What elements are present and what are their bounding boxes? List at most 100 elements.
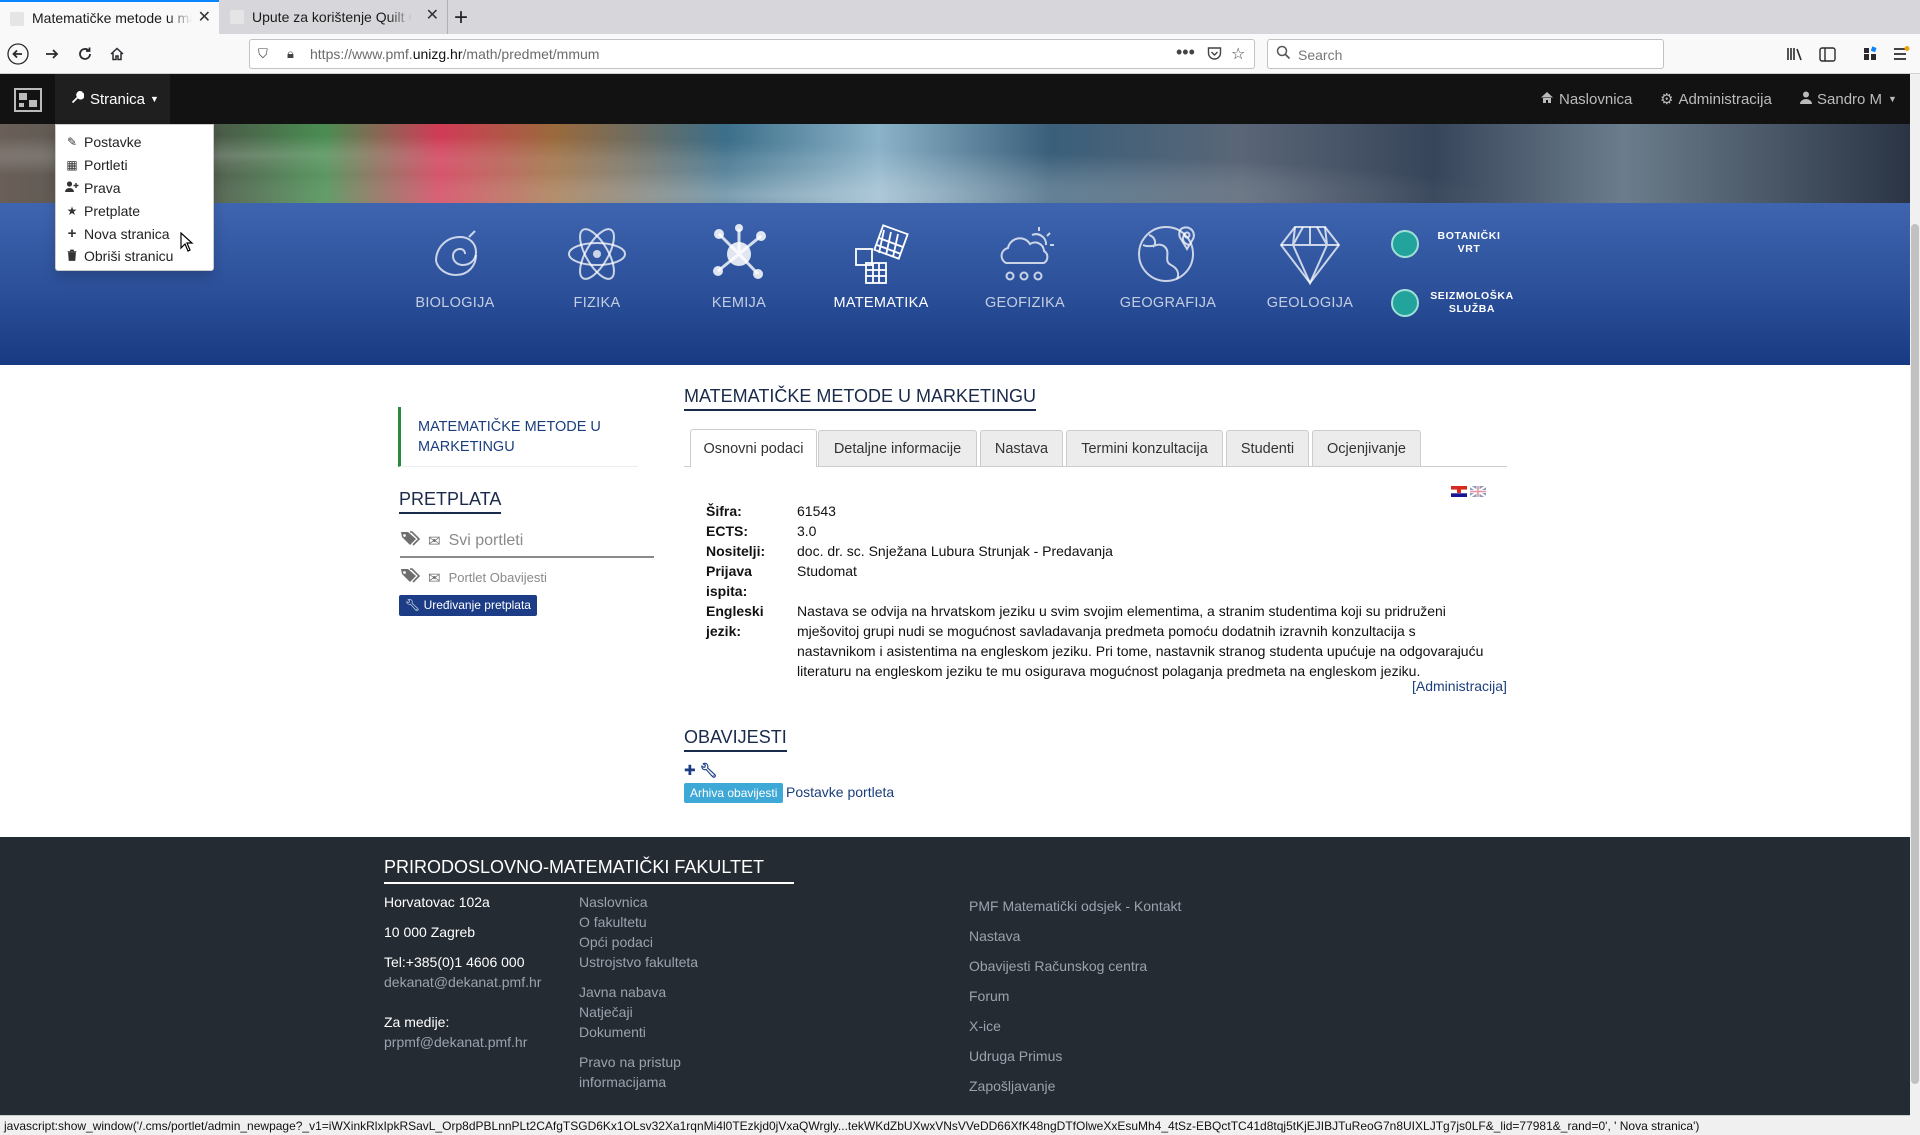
uredivanje-pretplata-button[interactable]: 🔧︎ Uređivanje pretplata xyxy=(399,595,537,616)
extension-icon[interactable] xyxy=(1858,42,1882,66)
page-actions-icon[interactable]: ••• xyxy=(1176,42,1195,63)
discipline-fizika[interactable]: FIZIKA xyxy=(542,221,652,311)
footer-link[interactable]: Opći podaci xyxy=(579,934,653,950)
tab-nastava[interactable]: Nastava xyxy=(980,430,1063,466)
botanicki-vrt-icon[interactable] xyxy=(1391,230,1419,258)
svi-portleti-row[interactable]: ✉ Svi portleti xyxy=(400,531,654,558)
menu-item-pretplate[interactable]: ★ Pretplate xyxy=(56,199,213,222)
sidebar-toggle-icon[interactable] xyxy=(1815,42,1839,66)
menu-item-label: Pretplate xyxy=(84,202,141,219)
tab-detaljne-informacije[interactable]: Detaljne informacije xyxy=(818,430,977,466)
info-label: Šifra: xyxy=(706,503,742,519)
close-tab-icon[interactable]: ✕ xyxy=(426,8,439,24)
seizmoloska-sluzba-icon[interactable] xyxy=(1391,289,1419,317)
edit-icon: ✎ xyxy=(66,135,78,150)
stranica-menu-button[interactable]: Stranica ▼ xyxy=(55,74,170,124)
pocket-icon[interactable] xyxy=(1207,46,1222,64)
tab-label: Studenti xyxy=(1240,440,1295,457)
footer-link[interactable]: Obavijesti Računskog centra xyxy=(969,958,1147,974)
bookmark-star-icon[interactable]: ☆ xyxy=(1231,44,1245,64)
reload-button[interactable] xyxy=(73,42,97,66)
back-arrow-icon xyxy=(7,43,29,65)
shield-icon[interactable]: ⛉ xyxy=(258,46,268,62)
footer-address-line: 10 000 Zagreb xyxy=(384,924,476,940)
portlet-obavijesti-row[interactable]: ✉ Portlet Obavijesti xyxy=(400,568,547,587)
footer-email-link[interactable]: dekanat@dekanat.pmf.hr xyxy=(384,974,541,990)
sidebar-course-label: MARKETINGU xyxy=(418,439,515,455)
url-bar[interactable]: ⛉ 🔒︎ https://www.pmf.unizg.hr/math/predm… xyxy=(249,39,1255,69)
gear-icon: ⚙ xyxy=(1660,91,1674,108)
info-row-engleski-jezik: Engleski jezik: Nastava se odvija na hrv… xyxy=(706,601,1491,681)
nav-user[interactable]: Sandro M ▼ xyxy=(1800,74,1897,124)
tags-icon xyxy=(400,568,421,587)
info-value: Nastava se odvija na hrvatskom jeziku u … xyxy=(797,603,1484,679)
tab-ocjenjivanje[interactable]: Ocjenjivanje xyxy=(1312,430,1421,466)
footer-link[interactable]: Zapošljavanje xyxy=(969,1078,1055,1094)
new-tab-button[interactable]: + xyxy=(454,4,468,32)
footer-link[interactable]: O fakultetu xyxy=(579,914,647,930)
croatian-flag-icon[interactable] xyxy=(1451,486,1467,497)
discipline-geologija[interactable]: GEOLOGIJA xyxy=(1255,221,1365,311)
footer-link[interactable]: Ustrojstvo fakulteta xyxy=(579,954,698,970)
menu-icon[interactable] xyxy=(1889,42,1913,66)
home-button[interactable] xyxy=(105,42,129,66)
sidebar-course-link[interactable]: MATEMATIČKE METODE U MARKETINGU xyxy=(398,407,638,467)
add-icon[interactable]: ✚ xyxy=(684,762,696,778)
footer-link[interactable]: informacijama xyxy=(579,1074,666,1090)
info-row-prijava-ispita: Prijava ispita: Studomat xyxy=(706,561,1491,601)
link-seizmoloska-sluzba[interactable]: SEIZMOLOŠKA SLUŽBA xyxy=(1429,290,1515,316)
footer-media-email-link[interactable]: prpmf@dekanat.pmf.hr xyxy=(384,1034,527,1050)
search-input[interactable]: Search xyxy=(1267,39,1664,69)
search-icon xyxy=(1276,45,1291,65)
page-title: MATEMATIČKE METODE U MARKETINGU xyxy=(684,386,1037,411)
footer-link[interactable]: Javna nabava xyxy=(579,984,666,1000)
footer-link[interactable]: Pravo na pristup xyxy=(579,1054,681,1070)
tab-osnovni-podaci[interactable]: Osnovni podaci xyxy=(690,429,817,467)
discipline-label: GEOFIZIKA xyxy=(984,295,1066,311)
close-tab-icon[interactable]: ✕ xyxy=(198,10,211,26)
english-flag-icon[interactable] xyxy=(1470,486,1486,497)
footer xyxy=(0,837,1910,1115)
link-botanicki-vrt[interactable]: BOTANIČKI VRT xyxy=(1429,230,1509,256)
user-icon xyxy=(1800,91,1812,108)
info-value: doc. dr. sc. Snježana Lubura Strunjak - … xyxy=(797,543,1113,559)
discipline-kemija[interactable]: KEMIJA xyxy=(684,221,794,311)
footer-link[interactable]: X-ice xyxy=(969,1018,1001,1034)
discipline-biologija[interactable]: BIOLOGIJA xyxy=(400,221,510,311)
discipline-geografija[interactable]: GEOGRAFIJA xyxy=(1113,221,1223,311)
diamond-icon xyxy=(1279,226,1341,286)
page-scrollbar[interactable] xyxy=(1910,74,1920,1135)
footer-link[interactable]: Nastava xyxy=(969,928,1020,944)
footer-link[interactable]: Natječaji xyxy=(579,1004,633,1020)
caret-down-icon: ▼ xyxy=(150,94,159,104)
footer-link[interactable]: Dokumenti xyxy=(579,1024,646,1040)
cms-logo-icon[interactable] xyxy=(14,88,42,112)
browser-tab-active[interactable]: Matematičke metode u marketingu ✕ xyxy=(0,0,219,34)
footer-link[interactable]: Naslovnica xyxy=(579,894,647,910)
tab-termini-konzultacija[interactable]: Termini konzultacija xyxy=(1066,430,1223,466)
browser-tab[interactable]: Upute za korištenje Quilt CMS ✕ xyxy=(220,0,448,34)
discipline-matematika[interactable]: MATEMATIKA xyxy=(826,221,936,311)
nav-naslovnica[interactable]: Naslovnica xyxy=(1540,74,1632,124)
lock-icon[interactable]: 🔒︎ xyxy=(287,46,294,62)
scrollbar-thumb[interactable] xyxy=(1911,224,1919,1084)
footer-link[interactable]: Udruga Primus xyxy=(969,1048,1062,1064)
envelope-icon: ✉ xyxy=(428,569,441,587)
menu-item-portleti[interactable]: ▦ Portleti xyxy=(56,154,213,177)
arhiva-obavijesti-button[interactable]: Arhiva obavijesti xyxy=(684,783,784,803)
back-button[interactable] xyxy=(6,42,30,66)
footer-media-label: Za medije: xyxy=(384,1014,450,1030)
library-icon[interactable] xyxy=(1783,42,1807,66)
menu-item-prava[interactable]: Prava xyxy=(56,177,213,200)
administracija-link[interactable]: [Administracija] xyxy=(1412,678,1507,694)
nav-administracija[interactable]: ⚙ Administracija xyxy=(1660,74,1772,124)
caret-down-icon: ▼ xyxy=(1888,94,1897,104)
discipline-geofizika[interactable]: GEOFIZIKA xyxy=(970,221,1080,311)
forward-button[interactable] xyxy=(40,42,64,66)
postavke-portleta-link[interactable]: Postavke portleta xyxy=(786,784,894,800)
menu-item-postavke[interactable]: ✎ Postavke xyxy=(56,131,213,154)
tab-studenti[interactable]: Studenti xyxy=(1226,430,1309,466)
footer-link[interactable]: PMF Matematički odsjek - Kontakt xyxy=(969,898,1181,914)
wrench-icon[interactable]: 🔧︎ xyxy=(700,762,718,778)
footer-link[interactable]: Forum xyxy=(969,988,1009,1004)
